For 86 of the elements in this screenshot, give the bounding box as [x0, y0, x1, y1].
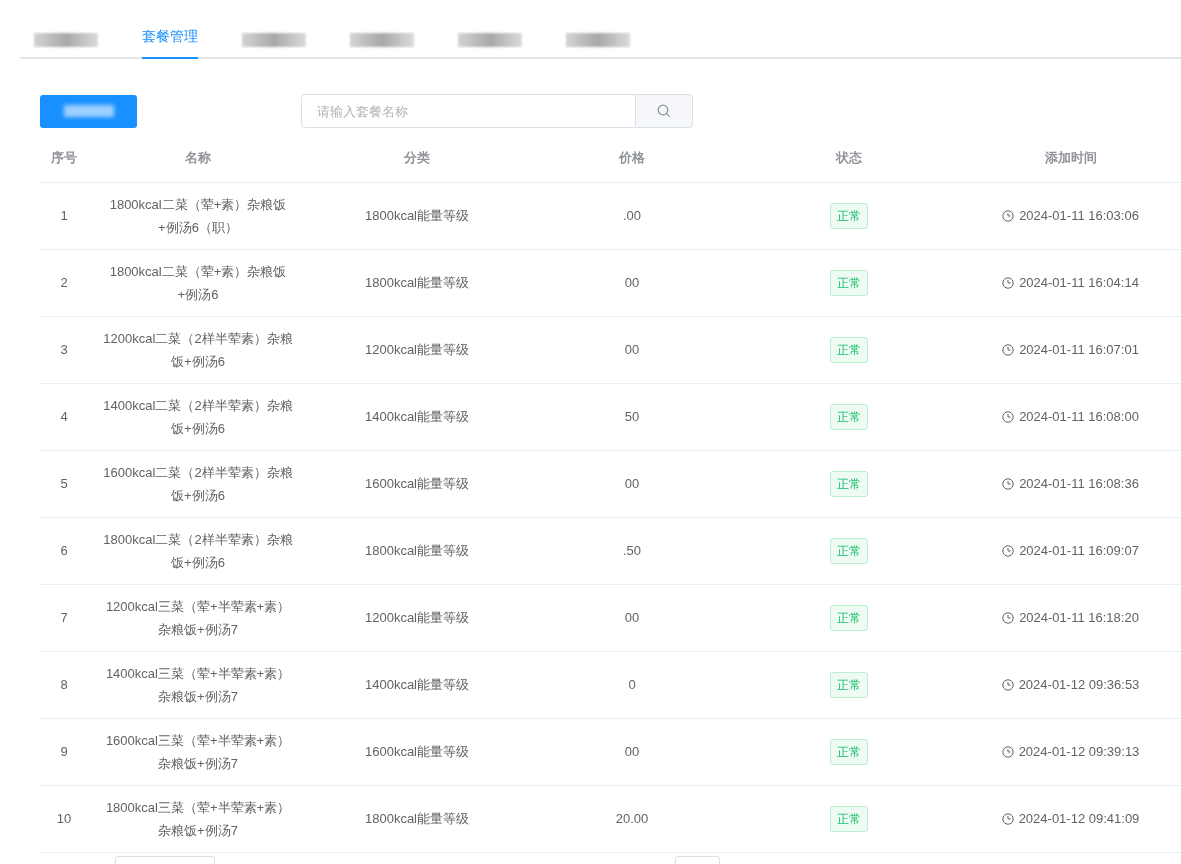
table-cell-text: 0 — [628, 676, 636, 695]
clock-icon — [1001, 746, 1014, 758]
table-cell-text: 1800kcal二菜（荤+素）杂粮饭+例汤6 — [108, 263, 288, 304]
table-cell-text: 1800kcal能量等级 — [364, 810, 469, 829]
redacted-tab[interactable] — [350, 33, 414, 47]
search-field[interactable]: 请输入套餐名称 — [301, 94, 636, 128]
status-tag: 正常 — [830, 270, 868, 296]
table-cell-text: 1600kcal能量等级 — [364, 743, 469, 762]
table-cell-text: 20.00 — [615, 810, 649, 829]
column-header: 状态 — [836, 148, 862, 167]
table-cell-text: 2024-01-11 16:18:20 — [1019, 609, 1139, 628]
table-cell-text: 2024-01-11 16:08:00 — [1019, 408, 1139, 427]
table-cell-text: 6 — [60, 542, 68, 561]
table-cell-text: 9 — [60, 743, 68, 762]
table-cell-text: 8 — [60, 676, 68, 695]
clock-icon — [1002, 210, 1015, 222]
clock-icon — [1001, 679, 1014, 691]
table-cell-text: 1600kcal三菜（荤+半荤素+素）杂粮饭+例汤7 — [104, 732, 292, 773]
table-cell-text: 1400kcal能量等级 — [364, 676, 469, 695]
column-header: 添加时间 — [1044, 148, 1097, 167]
table-cell-text: 4 — [60, 408, 68, 427]
table-cell-text: 1200kcal能量等级 — [364, 609, 469, 628]
table-cell-text: 2024-01-12 09:41:09 — [1018, 810, 1140, 829]
table-cell-text: 2024-01-11 16:07:01 — [1019, 341, 1139, 360]
status-tag: 正常 — [830, 538, 868, 564]
table-cell-text: 1800kcal能量等级 — [364, 542, 469, 561]
clock-icon — [1002, 612, 1015, 624]
table-cell-text: 50 — [624, 408, 640, 427]
table-cell-text: 1800kcal三菜（荤+半荤素+素）杂粮饭+例汤7 — [104, 799, 292, 840]
table-cell-text: 5 — [60, 475, 68, 494]
redacted-tab[interactable] — [242, 33, 306, 47]
table-cell-text: 00 — [624, 743, 640, 762]
table-cell-text: 2 — [60, 274, 68, 293]
table-cell-text: 2024-01-11 16:09:07 — [1019, 542, 1139, 561]
column-header: 名称 — [185, 148, 211, 167]
table-cell-text: 1800kcal二菜（荤+素）杂粮饭+例汤6（职） — [108, 196, 288, 237]
clock-icon — [1002, 411, 1015, 423]
clock-icon — [1002, 344, 1015, 356]
table-cell-text: 1400kcal三菜（荤+半荤素+素）杂粮饭+例汤7 — [104, 665, 292, 706]
clock-icon — [1002, 277, 1015, 289]
table-cell-text: 1600kcal能量等级 — [364, 475, 469, 494]
table-cell-text: 1200kcal能量等级 — [364, 341, 469, 360]
table-cell-text: 2024-01-11 16:04:14 — [1019, 274, 1139, 293]
clock-icon — [1001, 813, 1014, 825]
column-header: 分类 — [404, 148, 430, 167]
table-cell-text: 1400kcal二菜（2样半荤素）杂粮饭+例汤6 — [102, 397, 294, 438]
table-cell-text: 00 — [624, 609, 640, 628]
column-header: 价格 — [619, 148, 645, 167]
table-cell-text: 00 — [624, 341, 640, 360]
status-tag: 正常 — [830, 404, 868, 430]
table-cell-text: 1800kcal能量等级 — [364, 207, 469, 226]
table-cell-text: 00 — [624, 274, 640, 293]
table-cell-text: 3 — [60, 341, 68, 360]
status-tag: 正常 — [830, 739, 868, 765]
redacted-tab[interactable] — [566, 33, 630, 47]
table-cell-text: 7 — [60, 609, 68, 628]
table-cell-text: 00 — [624, 475, 640, 494]
tab[interactable]: 套餐管理 — [142, 26, 198, 59]
table-cell-text: 1600kcal二菜（2样半荤素）杂粮饭+例汤6 — [102, 464, 294, 505]
search-button[interactable] — [636, 94, 693, 128]
table-cell-text: 2024-01-11 16:03:06 — [1019, 207, 1139, 226]
status-tag: 正常 — [830, 203, 868, 229]
table-cell-text: 10 — [56, 810, 72, 829]
table-cell-text: 1200kcal三菜（荤+半荤素+素）杂粮饭+例汤7 — [104, 598, 292, 639]
table-cell-text: 1400kcal能量等级 — [364, 408, 469, 427]
table-cell-text: 2024-01-12 09:36:53 — [1018, 676, 1140, 695]
table-cell-text: 1800kcal二菜（2样半荤素）杂粮饭+例汤6 — [102, 531, 294, 572]
table-cell-text: 2024-01-11 16:08:36 — [1019, 475, 1139, 494]
table-cell-text: .00 — [622, 207, 642, 226]
table-cell-text: 1 — [60, 207, 68, 226]
clock-icon — [1002, 478, 1015, 490]
table-cell-text: 1800kcal能量等级 — [364, 274, 469, 293]
clock-icon — [1002, 545, 1015, 557]
status-tag: 正常 — [830, 605, 868, 631]
table-cell-text: .50 — [622, 542, 642, 561]
search-icon — [657, 104, 671, 118]
redacted-tab[interactable] — [34, 33, 98, 47]
add-button[interactable] — [40, 94, 137, 128]
table-cell-text: 2024-01-12 09:39:13 — [1018, 743, 1140, 762]
status-tag: 正常 — [830, 806, 868, 832]
table-cell-text: 1200kcal二菜（2样半荤素）杂粮饭+例汤6 — [102, 330, 294, 371]
status-tag: 正常 — [830, 471, 868, 497]
redacted-tab[interactable] — [458, 33, 522, 47]
status-tag: 正常 — [830, 337, 868, 363]
status-tag: 正常 — [830, 672, 868, 698]
column-header: 序号 — [51, 148, 77, 167]
